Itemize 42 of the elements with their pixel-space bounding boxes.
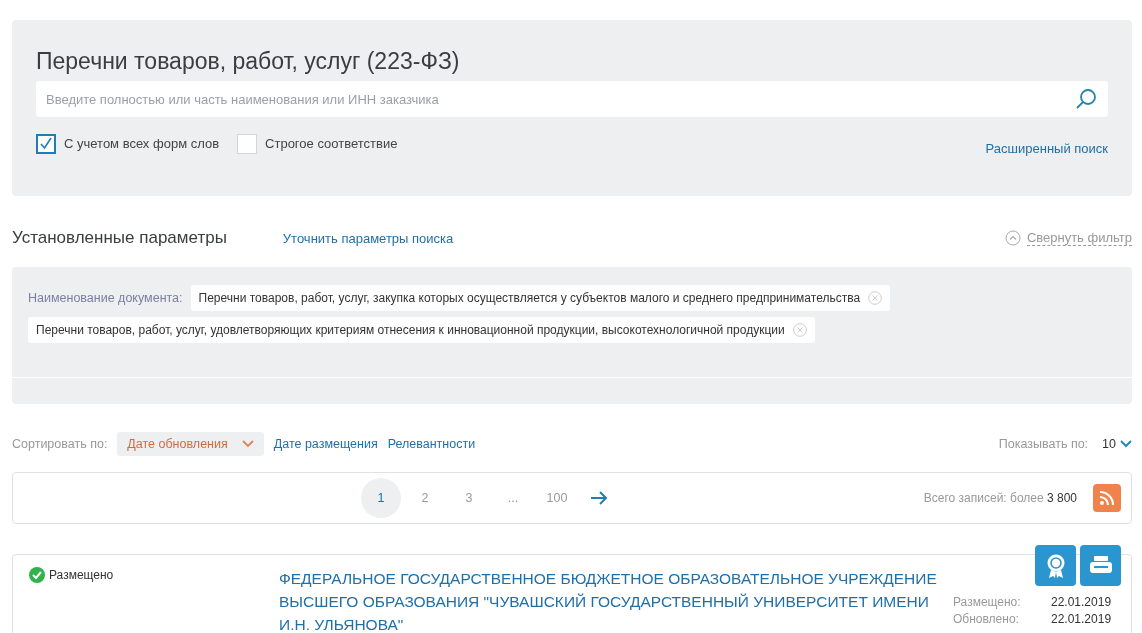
filter-label: Наименование документа:: [28, 291, 183, 305]
tag-label: Перечни товаров, работ, услуг, удовлетворяющих критериям отнесения к инновационной продукции, высокотехнологичной продукции: [36, 323, 785, 337]
page-link[interactable]: 2: [405, 478, 445, 518]
sort-option[interactable]: Дате размещения: [273, 432, 378, 456]
section-title: Установленные параметры: [12, 228, 227, 248]
award-button[interactable]: [1035, 545, 1076, 586]
option-label: С учетом всех форм слов: [64, 136, 220, 151]
print-button[interactable]: [1080, 545, 1121, 586]
search-option[interactable]: С учетом всех форм слов: [36, 133, 220, 154]
sort-label: Сортировать по:: [12, 437, 108, 451]
page-link[interactable]: ...: [493, 478, 533, 518]
collapse-filter-link[interactable]: Свернуть фильтр: [1026, 230, 1132, 246]
rss-button[interactable]: [1093, 484, 1121, 512]
page-link[interactable]: 1: [361, 478, 401, 518]
date-label: Обновлено:: [953, 612, 1020, 626]
date-value: 22.01.2019: [1051, 595, 1112, 609]
checkbox[interactable]: [36, 133, 56, 154]
search-icon[interactable]: [1074, 87, 1098, 111]
caret-icon: [241, 440, 254, 448]
sort-option[interactable]: Дате обновления: [117, 432, 264, 456]
page-title: Перечни товаров, работ, услуг (223-ФЗ): [36, 48, 461, 75]
chevron-up-circle-icon[interactable]: [1004, 230, 1021, 246]
page-size-label: Показывать по:: [998, 437, 1089, 451]
status-label: Размещено: [49, 568, 114, 582]
arrow-right-icon[interactable]: [589, 490, 609, 506]
page-link[interactable]: 3: [449, 478, 489, 518]
rss-icon: [1098, 489, 1116, 507]
advanced-search-link[interactable]: Расширенный поиск: [985, 141, 1108, 156]
check-circle-icon: [29, 567, 45, 583]
refine-search-link[interactable]: Уточнить параметры поиска: [282, 230, 454, 246]
result-title-link[interactable]: ФЕДЕРАЛЬНОЕ ГОСУДАРСТВЕННОЕ БЮДЖЕТНОЕ ОБРАЗОВАТЕЛЬНОЕ УЧРЕЖДЕНИЕ ВЫСШЕГО ОБРАЗОВАНИЯ "ЧУВАШСКИЙ ГОСУДАРСТВЕННЫЙ УНИВЕРСИТЕТ ИМЕНИ И.Н. УЛЬЯНОВА": [279, 567, 939, 633]
date-label: Размещено:: [953, 595, 1022, 609]
page-size-select[interactable]: 10: [1102, 437, 1132, 451]
page-link[interactable]: 100: [537, 478, 577, 518]
option-label: Строгое соответствие: [265, 136, 398, 151]
search-option[interactable]: Строгое соответствие: [237, 133, 398, 154]
date-value: 22.01.2019: [1051, 612, 1112, 626]
search-field[interactable]: Введите полностью или часть наименования или ИНН заказчика: [36, 81, 1108, 117]
tag-label: Перечни товаров, работ, услуг, закупка которых осуществляется у субъектов малого и среднего предпринимательства: [198, 291, 861, 305]
sort-option[interactable]: Релевантности: [387, 432, 476, 456]
caret-icon: [1120, 440, 1132, 448]
total-count: Всего записей: более 3 800: [923, 491, 1077, 505]
